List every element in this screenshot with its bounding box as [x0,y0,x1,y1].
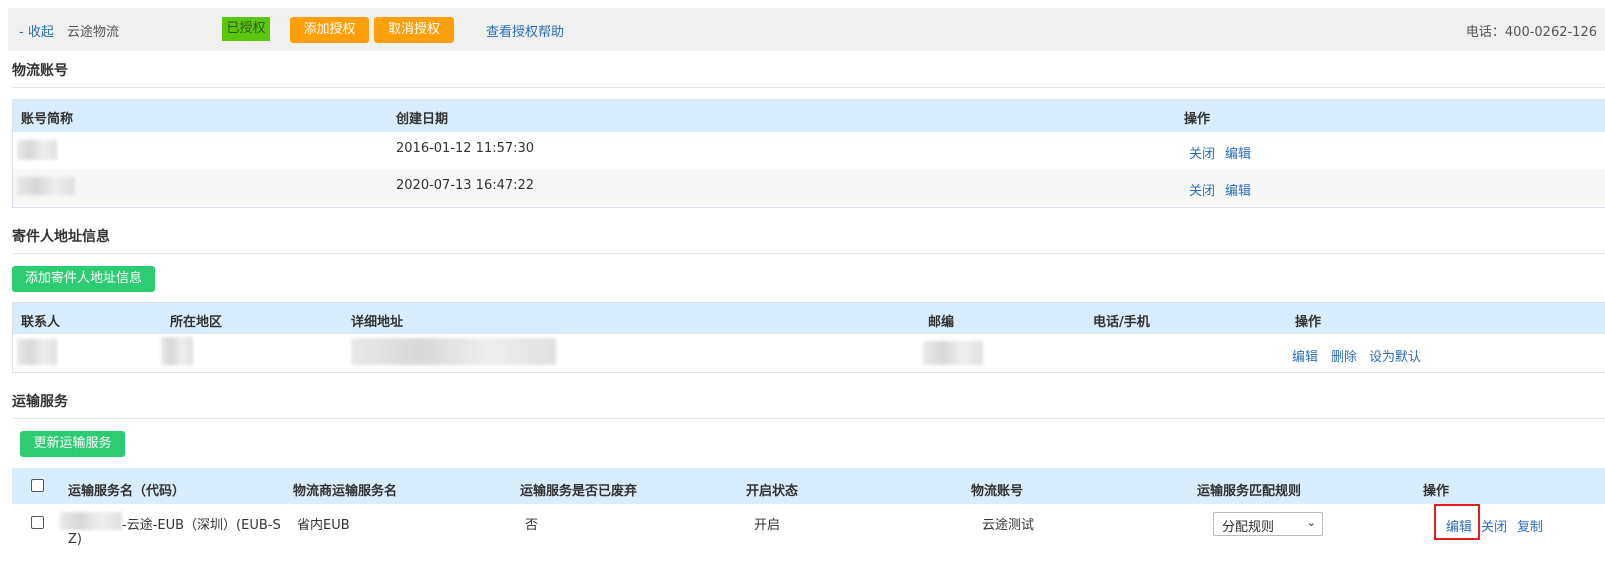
app-name: 云途物流 [67,25,120,40]
divider [12,253,1605,254]
sender-table: 联系人 所在地区 详细地址 邮编 电话/手机 操作 编辑 删除 设为默认 [12,302,1605,373]
column-header: 电话/手机 [1093,315,1150,330]
select-all-checkbox[interactable] [31,479,44,492]
cancel-auth-button[interactable]: 取消授权 [374,17,454,43]
created-date: 2020-07-13 16:47:22 [396,178,535,193]
close-account-link[interactable]: 关闭 [1189,180,1215,199]
redacted-contact [17,339,57,365]
top-bar: - 收起 云途物流 已授权 添加授权 取消授权 查看授权帮助 电话：400-02… [8,8,1605,51]
column-header: 运输服务是否已废弃 [520,484,638,499]
divider [12,87,1605,88]
accounts-section-title: 物流账号 [12,63,68,79]
redacted-service-prefix [60,512,122,530]
redacted-region [161,337,193,365]
column-header: 创建日期 [396,112,449,127]
created-date: 2016-01-12 11:57:30 [396,141,535,156]
column-header: 邮编 [928,315,955,330]
column-header: 操作 [1184,112,1211,127]
set-default-address-link[interactable]: 设为默认 [1369,346,1421,365]
shipping-section-title: 运输服务 [12,394,68,410]
service-name: -云途-EUB（深圳）(EUB-S [122,518,281,533]
edit-account-link[interactable]: 编辑 [1225,180,1251,199]
match-rule-select[interactable]: 分配规则 ⌄ [1213,512,1323,536]
shipping-table-header: 运输服务名（代码） 物流商运输服务名 运输服务是否已废弃 开启状态 物流账号 运… [12,468,1605,504]
edit-address-link[interactable]: 编辑 [1292,346,1318,365]
column-header: 物流商运输服务名 [293,484,398,499]
accounts-table-header: 账号简称 创建日期 操作 [13,100,1605,132]
accounts-table: 账号简称 创建日期 操作 2016-01-12 11:57:30 关闭 编辑 2… [12,99,1605,208]
add-sender-address-button[interactable]: 添加寄件人地址信息 [12,266,155,292]
table-row: 2020-07-13 16:47:22 关闭 编辑 [13,169,1605,206]
update-shipping-service-button[interactable]: 更新运输服务 [20,431,125,457]
redacted-zipcode [923,341,983,365]
sender-table-header: 联系人 所在地区 详细地址 邮编 电话/手机 操作 [13,303,1605,334]
table-row: 2016-01-12 11:57:30 关闭 编辑 [13,132,1605,169]
edit-account-link[interactable]: 编辑 [1225,143,1251,162]
deprecated-value: 否 [525,518,539,533]
column-header: 详细地址 [351,315,404,330]
column-header: 操作 [1295,315,1322,330]
column-header: 运输服务匹配规则 [1197,484,1302,499]
collapse-link[interactable]: - 收起 [19,21,54,40]
divider [12,418,1605,419]
status-value: 开启 [754,518,781,533]
table-row: 编辑 删除 设为默认 [13,334,1605,372]
column-header: 开启状态 [746,484,799,499]
phone-text: 电话：400-0262-126 [1465,25,1597,40]
service-name-continued: Z) [68,532,82,547]
column-header: 物流账号 [971,484,1024,499]
row-checkbox[interactable] [31,516,44,529]
column-header: 运输服务名（代码） [68,484,186,499]
delete-address-link[interactable]: 删除 [1331,346,1357,365]
edit-service-link[interactable]: 编辑 [1446,516,1472,535]
table-row: -云途-EUB（深圳）(EUB-S Z) 省内EUB 否 开启 云途测试 分配规… [12,504,1605,571]
add-auth-button[interactable]: 添加授权 [290,17,369,43]
match-rule-selected: 分配规则 [1222,520,1275,535]
carrier-service-name: 省内EUB [297,518,350,533]
close-service-link[interactable]: 关闭 [1481,516,1507,535]
column-header: 所在地区 [170,315,223,330]
logistics-account-value: 云途测试 [982,518,1035,533]
redacted-address [351,338,556,365]
column-header: 操作 [1423,484,1450,499]
column-header: 联系人 [21,315,61,330]
redacted-account-name [17,140,57,160]
redacted-account-name [17,177,75,195]
auth-help-link[interactable]: 查看授权帮助 [486,21,564,40]
close-account-link[interactable]: 关闭 [1189,143,1215,162]
copy-service-link[interactable]: 复制 [1517,516,1543,535]
chevron-down-icon: ⌄ [1306,516,1316,529]
sender-section-title: 寄件人地址信息 [12,229,110,245]
auth-status-badge: 已授权 [222,17,270,41]
column-header: 账号简称 [21,112,74,127]
